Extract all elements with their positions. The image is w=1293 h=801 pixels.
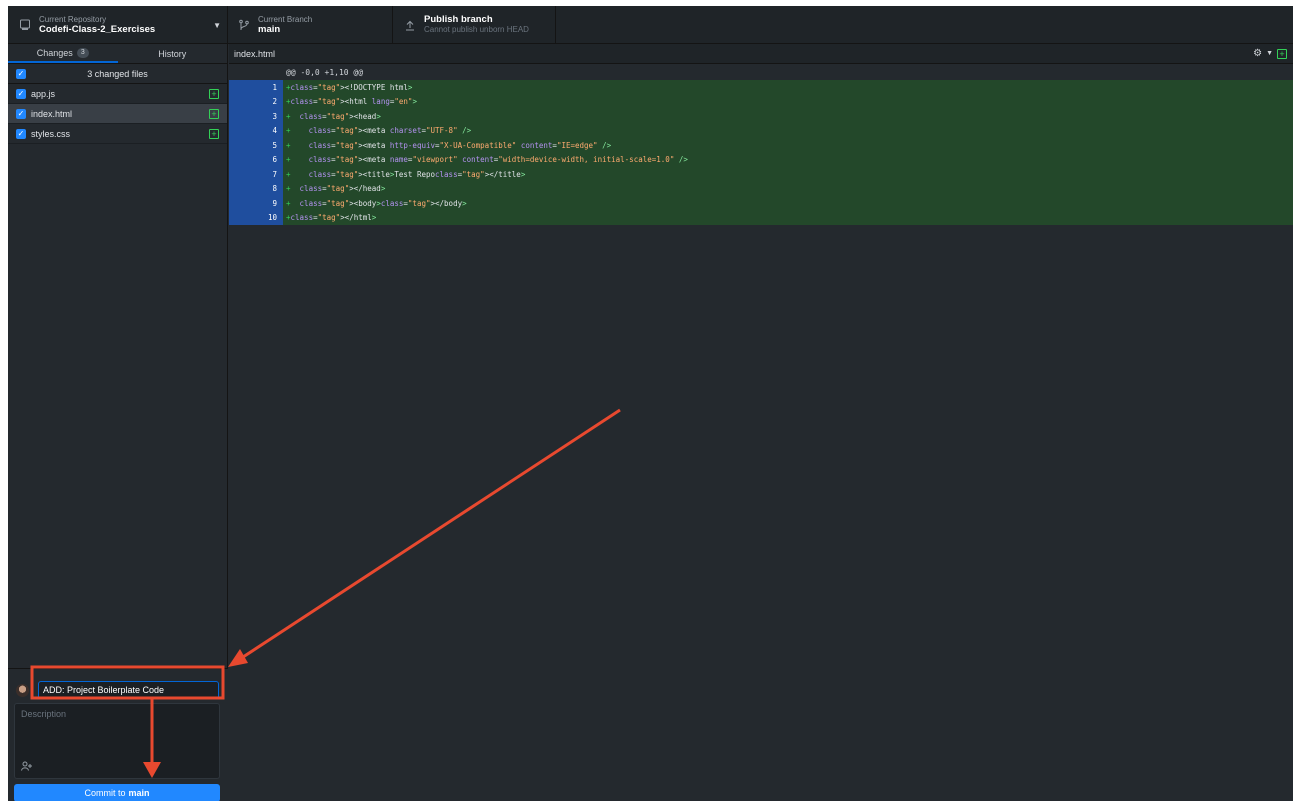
diff-line[interactable]: 1 +class="tag"><!DOCTYPE html> — [229, 80, 1293, 95]
current-repository-dropdown[interactable]: Current Repository Codefi-Class-2_Exerci… — [8, 6, 228, 44]
commit-button-prefix: Commit to — [84, 788, 126, 798]
line-number[interactable]: 3 — [229, 109, 283, 124]
commit-button-branch: main — [128, 788, 150, 798]
tab-history[interactable]: History — [118, 44, 228, 63]
commit-panel: Description Commit to main — [8, 668, 228, 801]
file-row-styles-css[interactable]: ✓ styles.css + — [8, 124, 227, 144]
tab-changes[interactable]: Changes 3 — [8, 44, 118, 63]
add-coauthor-icon[interactable] — [21, 761, 32, 773]
line-number[interactable]: 2 — [229, 94, 283, 109]
repo-name: Codefi-Class-2_Exercises — [39, 24, 156, 35]
publish-subtitle: Cannot publish unborn HEAD — [424, 25, 529, 34]
file-row-index-html[interactable]: ✓ index.html + — [8, 104, 227, 124]
current-branch-dropdown[interactable]: Current Branch main — [228, 6, 393, 44]
hunk-header: @@ -0,0 +1,10 @@ — [229, 64, 1293, 80]
branch-icon — [235, 16, 253, 34]
line-number[interactable]: 5 — [229, 138, 283, 153]
line-number[interactable]: 10 — [229, 210, 283, 225]
file-checkbox[interactable]: ✓ — [16, 88, 26, 99]
chevron-down-icon[interactable]: ▼ — [1266, 50, 1273, 57]
publish-branch-button[interactable]: Publish branch Cannot publish unborn HEA… — [393, 6, 556, 44]
line-number[interactable]: 6 — [229, 152, 283, 167]
gear-icon[interactable]: ⚙ — [1253, 48, 1262, 59]
line-code: +class="tag"></html> — [286, 213, 377, 223]
file-added-icon: + — [1277, 48, 1287, 59]
file-name: app.js — [31, 88, 56, 99]
diff-line[interactable]: 10 +class="tag"></html> — [229, 210, 1293, 225]
file-added-icon: + — [209, 129, 219, 139]
file-checkbox[interactable]: ✓ — [16, 108, 26, 119]
changes-count-badge: 3 — [76, 47, 89, 58]
file-checkbox[interactable]: ✓ — [16, 128, 26, 139]
branch-name: main — [258, 24, 281, 35]
avatar — [16, 684, 29, 697]
upload-icon — [401, 16, 419, 34]
commit-button[interactable]: Commit to main — [14, 784, 220, 801]
tab-history-label: History — [158, 48, 187, 59]
sidebar-tabs: Changes 3 History — [8, 44, 227, 64]
line-code: +class="tag"><!DOCTYPE html> — [286, 82, 413, 92]
diff-line[interactable]: 6 + class="tag"><meta name="viewport" con… — [229, 152, 1293, 167]
line-number[interactable]: 8 — [229, 181, 283, 196]
file-name: styles.css — [31, 128, 71, 139]
changed-files-count: 3 changed files — [87, 68, 148, 79]
toolbar: Current Repository Codefi-Class-2_Exerci… — [8, 6, 1293, 44]
diff-line[interactable]: 2 +class="tag"><html lang="en"> — [229, 94, 1293, 109]
tab-changes-label: Changes — [36, 47, 73, 58]
select-all-checkbox[interactable]: ✓ — [16, 69, 26, 79]
commit-summary-input[interactable] — [38, 681, 219, 699]
line-code: + class="tag"></head> — [286, 184, 386, 194]
line-number[interactable]: 1 — [229, 80, 283, 95]
diff-lines: 1 +class="tag"><!DOCTYPE html> 2 +class="ta… — [229, 80, 1293, 225]
line-code: +class="tag"><html lang="en"> — [286, 97, 417, 107]
diff-empty-area — [229, 273, 1293, 801]
description-placeholder: Description — [21, 709, 67, 719]
line-number[interactable]: 9 — [229, 196, 283, 211]
diff-view: index.html ⚙ ▼ + @@ -0,0 +1,10 @@ 1 +clas… — [229, 44, 1293, 801]
diff-line[interactable]: 9 + class="tag"><body>class="tag"></body> — [229, 196, 1293, 211]
file-added-icon: + — [209, 109, 219, 119]
diff-header: index.html ⚙ ▼ + — [229, 44, 1293, 64]
line-code: + class="tag"><title>Test Repoclass="tag… — [286, 169, 526, 179]
diff-tools: ⚙ ▼ + — [1253, 48, 1287, 59]
changed-files-header: ✓ 3 changed files — [8, 64, 227, 84]
diff-line[interactable]: 3 + class="tag"><head> — [229, 109, 1293, 124]
caret-down-icon: ▼ — [213, 21, 221, 30]
hunk-header-text: @@ -0,0 +1,10 @@ — [286, 67, 364, 77]
line-code: + class="tag"><meta charset="UTF-8" /> — [286, 126, 472, 136]
github-desktop-window: Current Repository Codefi-Class-2_Exerci… — [8, 6, 1293, 801]
sidebar: Changes 3 History ✓ 3 changed files ✓ ap… — [8, 44, 228, 801]
publish-title: Publish branch — [424, 14, 493, 25]
diff-line[interactable]: 5 + class="tag"><meta http-equiv="X-UA-Co… — [229, 138, 1293, 153]
line-number[interactable]: 4 — [229, 123, 283, 138]
commit-description-field[interactable]: Description — [14, 703, 220, 779]
diff-line[interactable]: 7 + class="tag"><title>Test Repoclass="ta… — [229, 167, 1293, 182]
repository-icon — [16, 16, 34, 34]
diff-file-name: index.html — [234, 48, 276, 59]
line-code: + class="tag"><meta name="viewport" cont… — [286, 155, 688, 165]
diff-line[interactable]: 4 + class="tag"><meta charset="UTF-8" /> — [229, 123, 1293, 138]
file-added-icon: + — [209, 89, 219, 99]
file-name: index.html — [31, 108, 73, 119]
line-code: + class="tag"><meta http-equiv="X-UA-Com… — [286, 140, 612, 150]
diff-line[interactable]: 8 + class="tag"></head> — [229, 181, 1293, 196]
line-code: + class="tag"><body>class="tag"></body> — [286, 198, 467, 208]
line-code: + class="tag"><head> — [286, 111, 381, 121]
file-row-app-js[interactable]: ✓ app.js + — [8, 84, 227, 104]
line-number[interactable]: 7 — [229, 167, 283, 182]
